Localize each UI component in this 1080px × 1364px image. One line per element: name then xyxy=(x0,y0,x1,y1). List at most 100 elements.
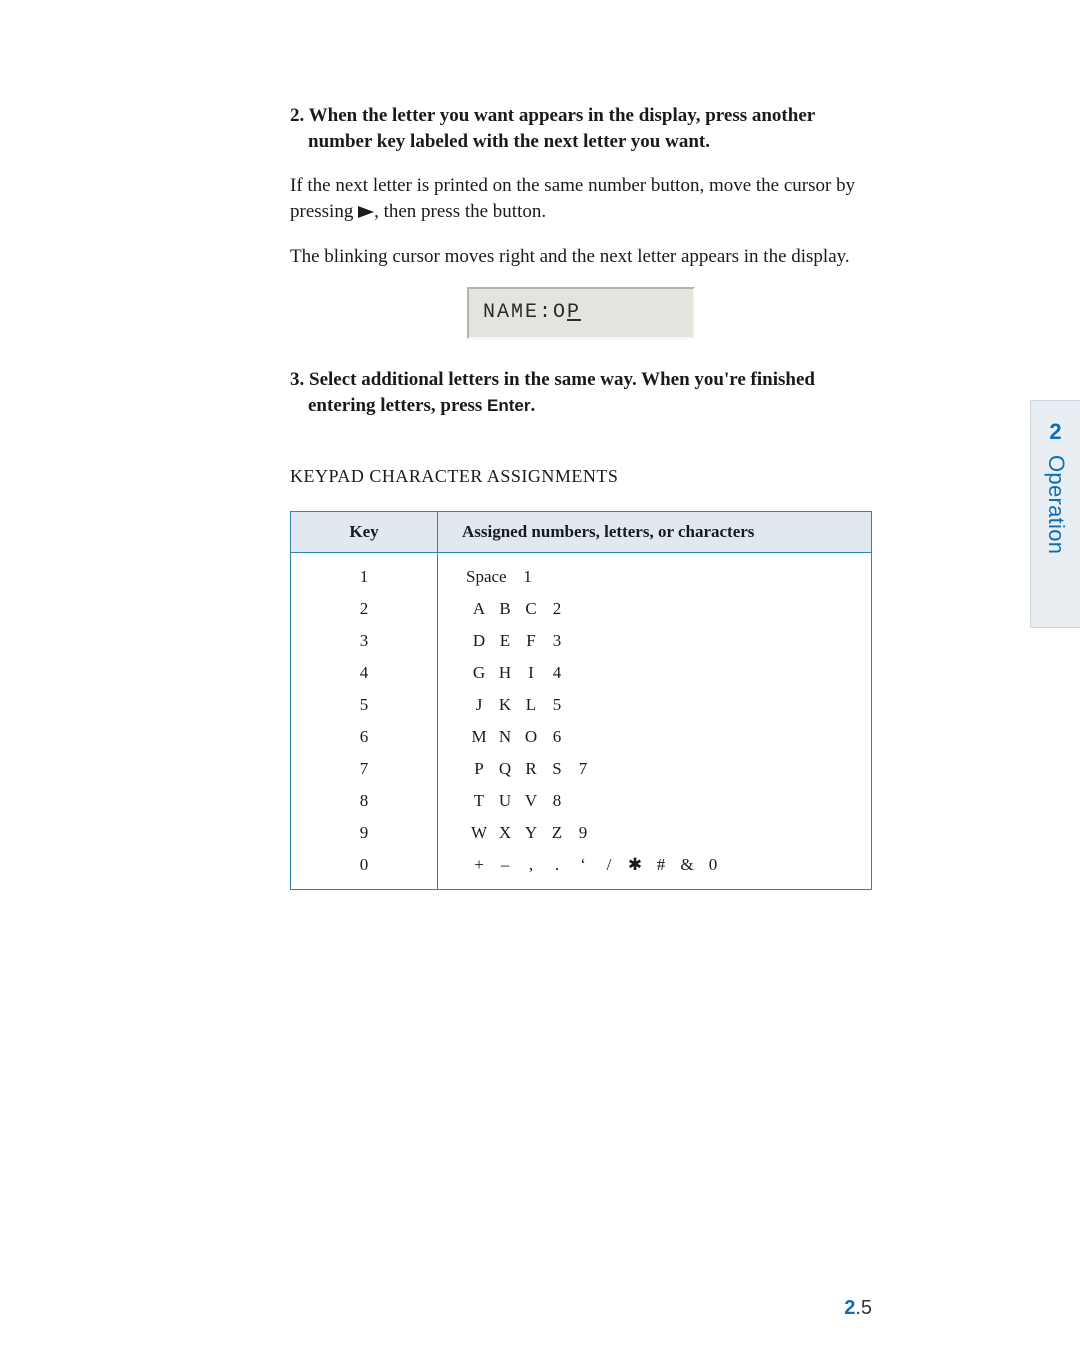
char: J xyxy=(466,695,492,715)
value-cell: WXYZ9 xyxy=(438,817,872,849)
char: 0 xyxy=(700,855,726,875)
char: F xyxy=(518,631,544,651)
key-cell: 2 xyxy=(291,593,438,625)
step-2-body-1-b: , then press the button. xyxy=(374,201,546,222)
char: 4 xyxy=(544,663,570,683)
char: – xyxy=(492,855,518,875)
char: 2 xyxy=(544,599,570,619)
value-cell: DEF3 xyxy=(438,625,872,657)
table-row: 4GHI4 xyxy=(291,657,872,689)
char: L xyxy=(518,695,544,715)
table-row: 6MNO6 xyxy=(291,721,872,753)
char: I xyxy=(518,663,544,683)
page-number: 2.5 xyxy=(844,1297,872,1320)
key-cell: 0 xyxy=(291,849,438,890)
char: , xyxy=(518,855,544,875)
key-cell: 3 xyxy=(291,625,438,657)
char: K xyxy=(492,695,518,715)
side-tab: 2 Operation xyxy=(1030,400,1080,628)
page-number-page: 5 xyxy=(861,1297,872,1319)
value-cell: TUV8 xyxy=(438,785,872,817)
char: & xyxy=(674,855,700,875)
step-3-text-a: 3. Select additional letters in the same… xyxy=(290,369,815,416)
lcd-text-prefix: NAME:O xyxy=(483,301,567,324)
table-header-val: Assigned numbers, letters, or characters xyxy=(438,512,872,553)
char: + xyxy=(466,855,492,875)
char: T xyxy=(466,791,492,811)
value-cell: ABC2 xyxy=(438,593,872,625)
char: . xyxy=(544,855,570,875)
char: # xyxy=(648,855,674,875)
char: Y xyxy=(518,823,544,843)
char: N xyxy=(492,727,518,747)
table-row: 2ABC2 xyxy=(291,593,872,625)
char: G xyxy=(466,663,492,683)
step-3-heading: 3. Select additional letters in the same… xyxy=(290,367,872,418)
step-2-body-2: The blinking cursor moves right and the … xyxy=(290,244,872,270)
char: 8 xyxy=(544,791,570,811)
section-heading: KEYPAD CHARACTER ASSIGNMENTS xyxy=(290,466,872,487)
char: H xyxy=(492,663,518,683)
step-3: 3. Select additional letters in the same… xyxy=(290,367,872,418)
char: M xyxy=(466,727,492,747)
char: 6 xyxy=(544,727,570,747)
page-number-chapter: 2 xyxy=(844,1297,855,1319)
char: V xyxy=(518,791,544,811)
lcd-display: NAME:OP xyxy=(467,287,695,339)
char: ✱ xyxy=(622,855,648,875)
table-row: 7PQRS7 xyxy=(291,753,872,785)
char: D xyxy=(466,631,492,651)
table-row: 3DEF3 xyxy=(291,625,872,657)
key-cell: 7 xyxy=(291,753,438,785)
char: C xyxy=(518,599,544,619)
char: B xyxy=(492,599,518,619)
char: W xyxy=(466,823,492,843)
char: O xyxy=(518,727,544,747)
value-cell: Space 1 xyxy=(438,553,872,594)
char: / xyxy=(596,855,622,875)
table-header-row: Key Assigned numbers, letters, or charac… xyxy=(291,512,872,553)
table-row: 0+–,.‘/✱#&0 xyxy=(291,849,872,890)
lcd-cursor-char: P xyxy=(567,301,581,324)
char: U xyxy=(492,791,518,811)
value-cell: GHI4 xyxy=(438,657,872,689)
char: E xyxy=(492,631,518,651)
char: X xyxy=(492,823,518,843)
value-cell: JKL5 xyxy=(438,689,872,721)
enter-key-label: Enter xyxy=(487,396,530,415)
char: Z xyxy=(544,823,570,843)
key-cell: 4 xyxy=(291,657,438,689)
char: ‘ xyxy=(570,855,596,875)
char: 9 xyxy=(570,823,596,843)
value-cell: PQRS7 xyxy=(438,753,872,785)
lcd-display-wrapper: NAME:OP xyxy=(290,287,872,339)
table-row: 5JKL5 xyxy=(291,689,872,721)
char: P xyxy=(466,759,492,779)
table-header-key: Key xyxy=(291,512,438,553)
char: Q xyxy=(492,759,518,779)
right-arrow-icon xyxy=(358,201,374,222)
side-tab-number: 2 xyxy=(1049,419,1061,445)
char: 7 xyxy=(570,759,596,779)
step-2-heading: 2. When the letter you want appears in t… xyxy=(290,103,872,154)
side-tab-label: Operation xyxy=(1043,455,1069,554)
char: 5 xyxy=(544,695,570,715)
key-cell: 1 xyxy=(291,553,438,594)
page-content: 2. When the letter you want appears in t… xyxy=(290,84,872,890)
table-row: 9WXYZ9 xyxy=(291,817,872,849)
step-2-body-1: If the next letter is printed on the sam… xyxy=(290,173,872,224)
key-cell: 6 xyxy=(291,721,438,753)
char: A xyxy=(466,599,492,619)
key-cell: 8 xyxy=(291,785,438,817)
keypad-table: Key Assigned numbers, letters, or charac… xyxy=(290,511,872,890)
key-cell: 9 xyxy=(291,817,438,849)
char: 1 xyxy=(515,567,541,587)
step-3-text-b: . xyxy=(531,395,536,416)
table-row: 8TUV8 xyxy=(291,785,872,817)
char: 3 xyxy=(544,631,570,651)
value-cell: MNO6 xyxy=(438,721,872,753)
step-2: 2. When the letter you want appears in t… xyxy=(290,103,872,339)
char: R xyxy=(518,759,544,779)
char: Space xyxy=(466,567,507,587)
table-row: 1 Space 1 xyxy=(291,553,872,594)
